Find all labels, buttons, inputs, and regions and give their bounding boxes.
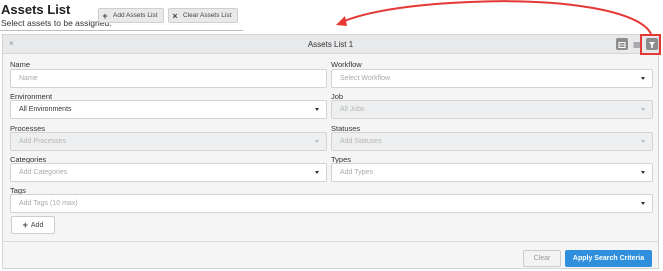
chevron-down-icon (641, 171, 645, 174)
annotation-highlight-box (640, 34, 661, 55)
workflow-placeholder: Select Workflow (340, 75, 391, 82)
categories-select[interactable]: Add Categories (10, 163, 327, 182)
statuses-select[interactable]: Add Statuses (331, 132, 653, 151)
workflow-select[interactable]: Select Workflow (331, 69, 653, 88)
job-value: All Jobs (340, 106, 365, 113)
panel-header: × Assets List 1 (3, 35, 658, 54)
chevron-down-icon (641, 140, 645, 143)
chevron-down-icon (641, 202, 645, 205)
page-title: Assets List (1, 2, 71, 17)
assets-list-panel: × Assets List 1 Name Name Workflow Selec… (2, 34, 659, 269)
apply-label: Apply Search Criteria (572, 255, 645, 262)
chevron-down-icon (315, 140, 319, 143)
chevron-down-icon (641, 77, 645, 80)
add-label: Add (30, 221, 44, 229)
environment-select[interactable]: All Environments (10, 100, 327, 119)
tags-placeholder: Add Tags (10 max) (19, 200, 78, 207)
plus-icon: + (22, 220, 28, 230)
clear-button[interactable]: Clear (523, 250, 561, 267)
name-placeholder: Name (19, 75, 38, 82)
chevron-down-icon (315, 171, 319, 174)
name-label: Name (10, 60, 31, 69)
chevron-down-icon (641, 108, 645, 111)
categories-placeholder: Add Categories (19, 169, 68, 176)
page-subtitle: Select assets to be assigned. (1, 18, 112, 28)
clear-assets-list-label: Clear Assets List (183, 12, 232, 19)
chevron-down-icon (315, 108, 319, 111)
types-placeholder: Add Types (340, 169, 373, 176)
apply-search-criteria-button[interactable]: Apply Search Criteria (565, 250, 652, 267)
job-select[interactable]: All Jobs (331, 100, 653, 119)
types-select[interactable]: Add Types (331, 163, 653, 182)
clear-label: Clear (533, 255, 551, 262)
name-input[interactable]: Name (10, 69, 327, 88)
workflow-label: Workflow (331, 60, 362, 69)
add-button[interactable]: + Add (11, 216, 55, 234)
plus-icon: + (102, 10, 108, 21)
close-icon: × (172, 10, 178, 21)
environment-value: All Environments (19, 106, 72, 113)
clear-assets-list-button[interactable]: × Clear Assets List (168, 8, 239, 23)
processes-select[interactable]: Add Processes (10, 132, 327, 151)
tags-select[interactable]: Add Tags (10 max) (10, 194, 653, 213)
title-divider (0, 30, 243, 31)
add-assets-list-label: Add Assets List (113, 12, 158, 19)
add-assets-list-button[interactable]: + Add Assets List (98, 8, 165, 23)
statuses-placeholder: Add Statuses (340, 138, 382, 145)
grid-view-icon[interactable] (616, 38, 628, 50)
footer-divider (3, 241, 658, 242)
panel-title: Assets List 1 (307, 40, 354, 49)
processes-placeholder: Add Processes (19, 138, 67, 145)
